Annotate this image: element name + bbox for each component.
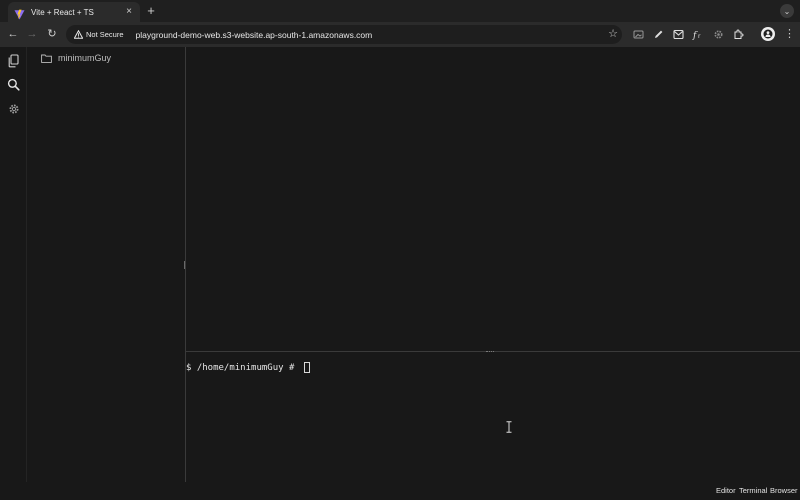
svg-text:r: r xyxy=(698,33,701,40)
folder-item[interactable]: minimumGuy xyxy=(41,51,111,65)
editor-pane[interactable] xyxy=(186,47,800,351)
editor-link[interactable]: Editor xyxy=(716,486,736,495)
terminal-prompt-text: $ /home/minimumGuy # xyxy=(186,362,300,373)
browser-tab-strip: Vite + React + TS × + ⌄ xyxy=(0,0,800,22)
terminal-link[interactable]: Terminal xyxy=(739,486,767,495)
security-label: Not Secure xyxy=(86,30,124,39)
file-explorer: minimumGuy xyxy=(27,47,185,500)
browser-tab[interactable]: Vite + React + TS × xyxy=(8,2,140,22)
page-content: minimumGuy $ /home/minimumGuy # Editor T… xyxy=(0,47,800,500)
profile-avatar[interactable] xyxy=(761,27,775,41)
tab-close-icon[interactable]: × xyxy=(124,7,134,17)
bookmark-star-icon[interactable]: ☆ xyxy=(608,27,618,41)
files-icon[interactable] xyxy=(6,53,21,68)
activity-bar xyxy=(0,47,27,500)
search-icon[interactable] xyxy=(6,77,21,92)
address-bar[interactable]: Not Secure playground-demo-web.s3-websit… xyxy=(66,25,622,44)
browser-toolbar: ← → ↻ Not Secure playground-demo-web.s3-… xyxy=(0,22,800,47)
browser-menu-button[interactable]: ⋮ xyxy=(784,27,795,41)
function-icon[interactable]: ƒr xyxy=(691,27,705,41)
vite-icon xyxy=(14,7,25,19)
terminal-prompt: $ /home/minimumGuy # xyxy=(186,362,310,373)
terminal-pane[interactable]: $ /home/minimumGuy # xyxy=(186,352,800,482)
folder-icon xyxy=(41,54,52,63)
reload-button[interactable]: ↻ xyxy=(45,27,59,41)
terminal-cursor xyxy=(303,362,310,373)
url-text[interactable]: playground-demo-web.s3-website.ap-south-… xyxy=(136,30,373,40)
folder-name: minimumGuy xyxy=(58,53,112,63)
forward-button[interactable]: → xyxy=(25,27,39,41)
pen-icon[interactable] xyxy=(651,27,665,41)
puzzle-icon[interactable] xyxy=(731,27,745,41)
incognito-icon xyxy=(763,29,773,39)
new-tab-button[interactable]: + xyxy=(145,4,157,18)
browser-link[interactable]: Browser xyxy=(770,486,798,495)
settings-icon[interactable] xyxy=(6,101,21,116)
back-button[interactable]: ← xyxy=(6,27,20,41)
status-bar: Editor Terminal Browser xyxy=(0,482,800,500)
text-cursor-icon xyxy=(506,420,512,433)
mail-icon[interactable] xyxy=(671,27,685,41)
gear-icon[interactable] xyxy=(711,27,725,41)
security-chip[interactable]: Not Secure xyxy=(72,27,130,42)
screenshot-icon[interactable] xyxy=(631,27,645,41)
warning-icon xyxy=(74,30,83,39)
tab-title: Vite + React + TS xyxy=(31,7,94,17)
tab-search-button[interactable]: ⌄ xyxy=(780,4,794,18)
